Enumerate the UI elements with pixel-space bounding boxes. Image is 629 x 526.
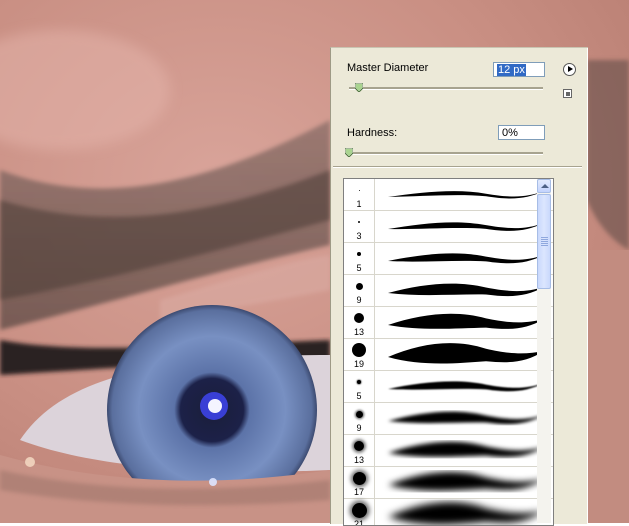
brush-preset-row[interactable]: 1 <box>344 179 553 211</box>
brush-stroke-preview <box>388 343 544 364</box>
brush-stroke-preview <box>388 191 544 199</box>
stroke-path <box>388 502 544 525</box>
brush-tip-thumbnail[interactable]: 9 <box>344 275 375 306</box>
brush-stroke-preview <box>388 222 544 231</box>
brush-size-label: 19 <box>353 359 364 369</box>
hardness-field[interactable]: 0% <box>498 125 545 140</box>
scroll-up-arrow-icon[interactable] <box>537 179 551 193</box>
scrollbar-grip-icon <box>541 237 548 246</box>
play-arrow-icon[interactable] <box>563 63 576 76</box>
stroke-path <box>388 313 544 329</box>
brush-tip-thumbnail[interactable]: 17 <box>344 467 375 498</box>
stroke-path <box>388 381 544 392</box>
hardness-value: 0% <box>502 127 518 139</box>
brush-preset-row[interactable]: 5 <box>344 371 553 403</box>
scrollbar-thumb[interactable] <box>537 194 551 289</box>
brush-preset-row[interactable]: 13 <box>344 435 553 467</box>
stroke-path <box>388 253 544 264</box>
brush-tip-thumbnail[interactable]: 13 <box>344 435 375 466</box>
brush-tip-dot-icon <box>352 471 366 485</box>
brush-tip-thumbnail[interactable]: 1 <box>344 179 375 210</box>
brush-size-label: 3 <box>356 231 362 241</box>
brush-stroke-preview <box>388 411 544 425</box>
brush-preset-picker: Master Diameter 12 px Hardness: 0% 13591… <box>330 47 588 526</box>
hardness-slider[interactable] <box>345 148 353 157</box>
brush-tip-dot-icon <box>354 441 364 451</box>
hardness-label: Hardness: <box>347 127 398 139</box>
brush-stroke-preview <box>388 283 544 297</box>
brush-size-label: 13 <box>353 327 364 337</box>
stroke-path <box>388 343 544 364</box>
brush-preset-row[interactable]: 19 <box>344 339 553 371</box>
brush-size-label: 17 <box>353 487 364 497</box>
preset-list-scrollbar[interactable] <box>537 179 551 523</box>
brush-preset-row[interactable]: 17 <box>344 467 553 499</box>
brush-stroke-preview <box>388 502 544 525</box>
brush-tip-dot-icon <box>358 221 360 223</box>
brush-preset-row[interactable]: 21 <box>344 499 553 525</box>
stroke-path <box>388 411 544 425</box>
brush-tip-thumbnail[interactable]: 19 <box>344 339 375 370</box>
brush-tip-thumbnail[interactable]: 5 <box>344 243 375 274</box>
stroke-path <box>388 191 544 199</box>
brush-preset-row[interactable]: 9 <box>344 403 553 435</box>
master-diameter-label: Master Diameter <box>347 62 429 74</box>
brush-tip-thumbnail[interactable]: 21 <box>344 499 375 525</box>
brush-size-label: 5 <box>356 263 362 273</box>
brush-tip-thumbnail[interactable]: 13 <box>344 307 375 338</box>
brush-tip-dot-icon <box>352 343 366 357</box>
brush-tip-thumbnail[interactable]: 5 <box>344 371 375 402</box>
brush-tip-dot-icon <box>355 282 363 290</box>
brush-tip-dot-icon <box>355 410 363 418</box>
master-diameter-track[interactable] <box>349 87 543 90</box>
master-diameter-value: 12 px <box>497 64 526 76</box>
brush-preset-row[interactable]: 5 <box>344 243 553 275</box>
brush-tip-dot-icon <box>357 380 361 384</box>
small-square-icon[interactable] <box>563 89 572 98</box>
master-diameter-field[interactable]: 12 px <box>493 62 545 77</box>
brush-size-label: 9 <box>356 295 362 305</box>
stroke-path <box>388 283 544 297</box>
brush-preset-row[interactable]: 13 <box>344 307 553 339</box>
brush-tip-dot-icon <box>351 502 367 518</box>
brush-tip-dot-icon <box>354 313 364 323</box>
brush-preset-row[interactable]: 3 <box>344 211 553 243</box>
brush-preset-list[interactable]: 1 3 5 9 13 19 5 9 13 17 21 <box>343 178 554 526</box>
brush-tip-dot-icon <box>357 252 361 256</box>
brush-size-label: 5 <box>356 391 362 401</box>
brush-stroke-preview <box>388 471 544 491</box>
brush-stroke-preview <box>388 253 544 264</box>
brush-tip-thumbnail[interactable]: 9 <box>344 403 375 434</box>
brush-tip-thumbnail[interactable]: 3 <box>344 211 375 242</box>
master-diameter-slider[interactable] <box>354 83 363 92</box>
stroke-path <box>388 441 544 457</box>
brush-tip-dot-icon <box>358 189 360 191</box>
brush-preset-row[interactable]: 9 <box>344 275 553 307</box>
brush-stroke-preview <box>388 313 544 329</box>
stroke-path <box>388 471 544 491</box>
panel-divider <box>333 166 582 168</box>
brush-stroke-preview <box>388 381 544 392</box>
brush-size-label: 9 <box>356 423 362 433</box>
hardness-track[interactable] <box>349 152 543 155</box>
brush-size-label: 1 <box>356 199 362 209</box>
stroke-path <box>388 222 544 231</box>
brush-size-label: 13 <box>353 455 364 465</box>
brush-stroke-preview <box>388 441 544 457</box>
